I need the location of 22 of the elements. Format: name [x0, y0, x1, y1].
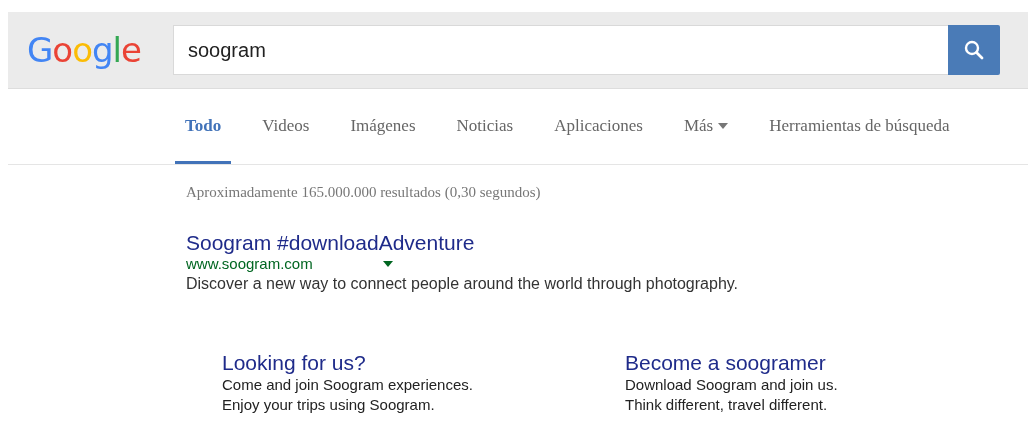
- sitelink-description: Come and join Soogram experiences.: [222, 375, 474, 395]
- caret-icon[interactable]: [382, 260, 393, 267]
- logo: Google: [27, 30, 142, 70]
- result-title-link[interactable]: Soogram #downloadAdventure: [186, 231, 1028, 255]
- result-snippet: Discover a new way to connect people around the world through photography.: [186, 275, 740, 293]
- sitelink-description: Enjoy your trips using Soogram.: [222, 395, 436, 415]
- search-button[interactable]: [948, 25, 1000, 75]
- search-field[interactable]: soogram: [173, 25, 948, 75]
- sitelink-title[interactable]: Looking for us?: [222, 351, 625, 375]
- search-icon: [963, 39, 985, 61]
- tab[interactable]: Aplicaciones: [544, 89, 653, 164]
- tab[interactable]: Videos: [252, 89, 320, 164]
- tab[interactable]: Todo: [175, 89, 232, 164]
- tab[interactable]: Imágenes: [340, 89, 426, 164]
- tab[interactable]: Herramientas de búsqueda: [759, 89, 960, 164]
- sitelink-title[interactable]: Become a soogramer: [625, 351, 1028, 375]
- sitelink-description: Think different, travel different.: [625, 395, 829, 415]
- sitelink-description: Download Soogram and join us.: [625, 375, 839, 395]
- tab[interactable]: Más: [673, 89, 739, 164]
- result-url: www.soogram.com: [186, 255, 313, 272]
- result-stats: Aproximadamente 165.000.000 resultados (0,30 segundos): [186, 184, 542, 201]
- tab[interactable]: Noticias: [446, 89, 524, 164]
